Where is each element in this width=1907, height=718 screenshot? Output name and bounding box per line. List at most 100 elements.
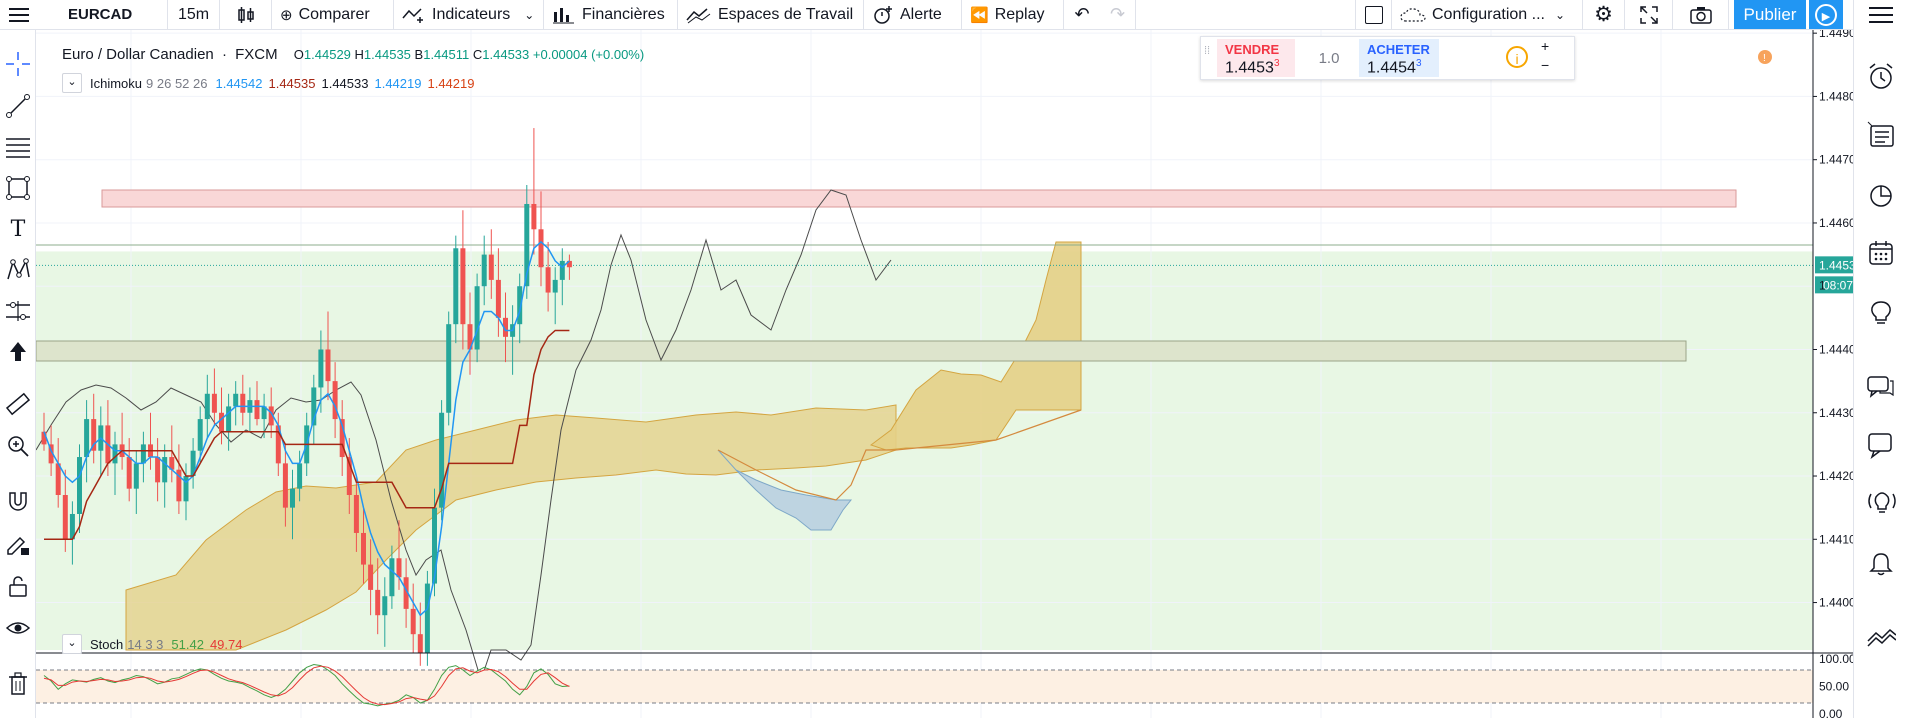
drawing-mode-tool[interactable] bbox=[4, 530, 32, 558]
ruler-icon bbox=[5, 392, 31, 416]
ideas-button[interactable] bbox=[1866, 298, 1896, 328]
price-axis-label: 1.44200 bbox=[1819, 469, 1853, 483]
ichimoku-conversion-value: 1.44542 bbox=[215, 75, 263, 91]
price-axis-bg bbox=[1813, 30, 1853, 718]
workspaces-label: Espaces de Travail bbox=[718, 5, 854, 23]
financials-icon bbox=[553, 7, 574, 23]
menu-button[interactable] bbox=[0, 0, 50, 29]
pie-chart-icon bbox=[1870, 185, 1892, 207]
replay-button[interactable]: ⏪ Replay bbox=[962, 0, 1064, 29]
candle-body bbox=[545, 267, 551, 293]
watchlist-button[interactable] bbox=[1866, 0, 1896, 30]
price-chart[interactable]: 1.44900 1.44800 1.44700 1.44600 1.44400 1.443… bbox=[36, 30, 1853, 718]
data-window-button[interactable] bbox=[1866, 120, 1896, 150]
candle-body bbox=[155, 457, 161, 483]
candle-body bbox=[219, 412, 224, 432]
price-axis-label: 1.44800 bbox=[1819, 89, 1853, 103]
candle-body bbox=[77, 457, 82, 514]
candle-body bbox=[396, 558, 402, 578]
ichimoku-lead1-value: 1.44219 bbox=[374, 75, 422, 91]
fullscreen-layout-button[interactable] bbox=[1355, 0, 1391, 29]
zoom-in-icon bbox=[8, 436, 29, 457]
plus-button[interactable]: + bbox=[1541, 38, 1549, 54]
stoch-axis-label: 100.00 bbox=[1819, 652, 1853, 666]
chats-button[interactable] bbox=[1866, 372, 1896, 402]
stoch-name: Stoch bbox=[90, 636, 124, 652]
candle-body bbox=[112, 444, 118, 464]
unlock-icon bbox=[9, 576, 27, 597]
interval-button[interactable]: 15m bbox=[168, 0, 220, 29]
fullscreen-button[interactable] bbox=[1625, 0, 1673, 29]
hide-drawings-tool[interactable] bbox=[4, 614, 32, 642]
candle-body bbox=[382, 596, 388, 616]
trendline-tool[interactable] bbox=[4, 92, 32, 120]
high-value: 1.44535 bbox=[363, 47, 411, 62]
trendline-icon bbox=[6, 94, 30, 118]
buy-button[interactable]: ACHETER 1.44543 bbox=[1359, 39, 1439, 77]
rectangle-icon bbox=[6, 176, 30, 200]
publish-button[interactable]: Publier bbox=[1734, 0, 1806, 29]
candle-body bbox=[353, 495, 359, 533]
remove-drawings-tool[interactable] bbox=[4, 670, 32, 698]
magnet-tool[interactable] bbox=[4, 488, 32, 516]
hotlists-button[interactable] bbox=[1866, 180, 1896, 210]
measure-tool[interactable] bbox=[4, 390, 32, 418]
crosshair-tool[interactable] bbox=[4, 50, 32, 78]
collapse-button[interactable]: ⌄ bbox=[62, 634, 82, 654]
compare-button[interactable]: ⊕ Comparer bbox=[272, 0, 394, 29]
last-price-label: 1.44533 bbox=[1819, 258, 1853, 272]
streams-button[interactable] bbox=[1866, 488, 1896, 518]
indicators-button[interactable]: Indicateurs ⌄ bbox=[394, 0, 544, 29]
symbol-search[interactable]: EURCAD bbox=[50, 0, 168, 29]
publish-play-button[interactable]: ▶ bbox=[1809, 0, 1843, 29]
forecast-tool[interactable] bbox=[4, 297, 32, 325]
zoom-tool[interactable] bbox=[4, 432, 32, 460]
candle-body bbox=[417, 634, 423, 654]
collapse-button[interactable]: ⌄ bbox=[62, 73, 82, 93]
minus-button[interactable]: − bbox=[1541, 57, 1549, 73]
financials-button[interactable]: Financières bbox=[544, 0, 678, 29]
ichimoku-params: 9 26 52 26 bbox=[146, 75, 208, 91]
calendar-button[interactable] bbox=[1866, 238, 1896, 268]
configuration-button[interactable]: Configuration ... ⌄ bbox=[1391, 0, 1583, 29]
alarm-clock-icon bbox=[874, 5, 892, 24]
close-key: C bbox=[472, 47, 483, 62]
series-legend: Euro / Dollar Canadien · FXCM O1.44529 H… bbox=[62, 46, 644, 63]
camera-icon bbox=[1689, 6, 1712, 24]
text-icon: T bbox=[10, 216, 26, 242]
text-tool[interactable]: T bbox=[4, 215, 32, 243]
sell-price-main: 1.4453 bbox=[1225, 59, 1274, 77]
sell-label: VENDRE bbox=[1225, 42, 1280, 57]
fib-tool[interactable] bbox=[4, 133, 32, 161]
settings-button[interactable]: ⚙ bbox=[1583, 0, 1625, 29]
chart-style-button[interactable] bbox=[220, 0, 272, 29]
sell-price-pip: 3 bbox=[1273, 58, 1280, 69]
support-zone bbox=[36, 340, 1687, 362]
candle-body bbox=[318, 349, 324, 388]
snapshot-button[interactable] bbox=[1673, 0, 1729, 29]
play-circle-icon: ▶ bbox=[1815, 3, 1837, 26]
notifications-button[interactable] bbox=[1866, 548, 1896, 578]
candle-body bbox=[211, 393, 217, 413]
messages-button[interactable] bbox=[1866, 430, 1896, 460]
cursor-arrow-tool[interactable] bbox=[4, 338, 32, 366]
pattern-tool[interactable] bbox=[4, 256, 32, 284]
workspaces-button[interactable]: Espaces de Travail bbox=[678, 0, 864, 29]
alerts-button[interactable] bbox=[1866, 62, 1896, 92]
collapse-panel-button[interactable] bbox=[1866, 622, 1896, 652]
sell-button[interactable]: VENDRE 1.44533 bbox=[1217, 39, 1295, 77]
drag-handle[interactable]: ⁞⁞ bbox=[1204, 46, 1210, 57]
rectangle-tool[interactable] bbox=[4, 174, 32, 202]
candle-body bbox=[240, 393, 246, 413]
redo-button[interactable]: ↷ bbox=[1100, 0, 1136, 29]
indicators-label: Indicateurs bbox=[432, 5, 511, 23]
lock-drawings-tool[interactable] bbox=[4, 572, 32, 600]
candle-body bbox=[552, 279, 558, 293]
stoch-k-value: 51.42 bbox=[171, 636, 204, 652]
alert-button[interactable]: Alerte bbox=[864, 0, 962, 29]
info-icon[interactable]: i bbox=[1506, 46, 1528, 68]
candle-body bbox=[325, 349, 331, 382]
countdown-label: 08:07 bbox=[1823, 278, 1853, 292]
undo-button[interactable]: ↶ bbox=[1064, 0, 1100, 29]
quantity-field[interactable]: 1.0 bbox=[1299, 50, 1359, 67]
